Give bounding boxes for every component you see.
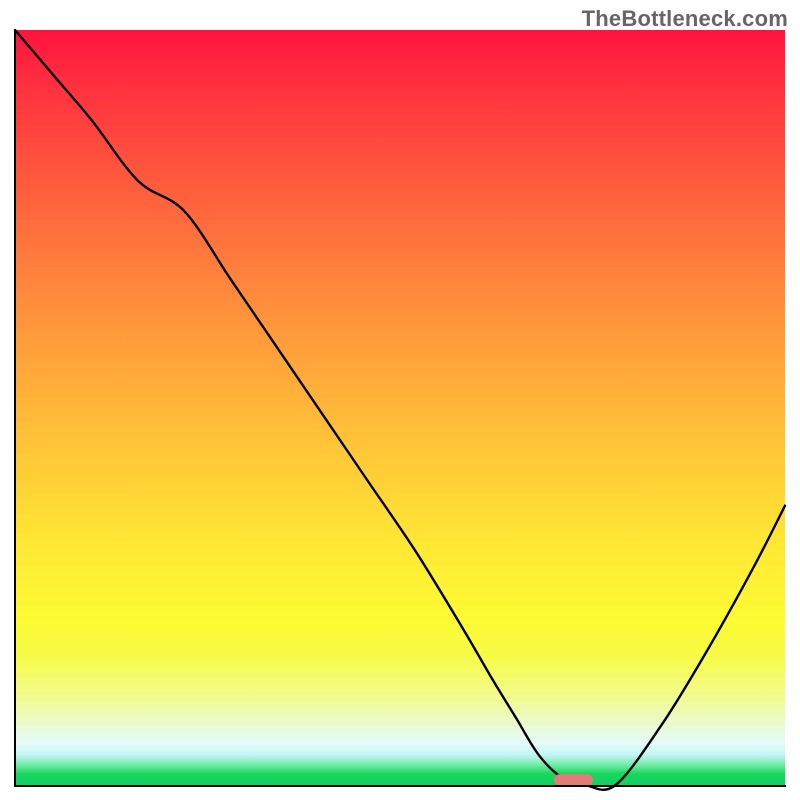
y-axis [14, 30, 16, 786]
curve-svg [15, 30, 785, 785]
optimal-range-marker [554, 774, 593, 786]
x-axis [14, 785, 786, 787]
plot-area [15, 30, 785, 785]
chart-stage: TheBottleneck.com [0, 0, 800, 800]
bottleneck-curve [15, 30, 785, 790]
watermark-label: TheBottleneck.com [582, 6, 788, 32]
